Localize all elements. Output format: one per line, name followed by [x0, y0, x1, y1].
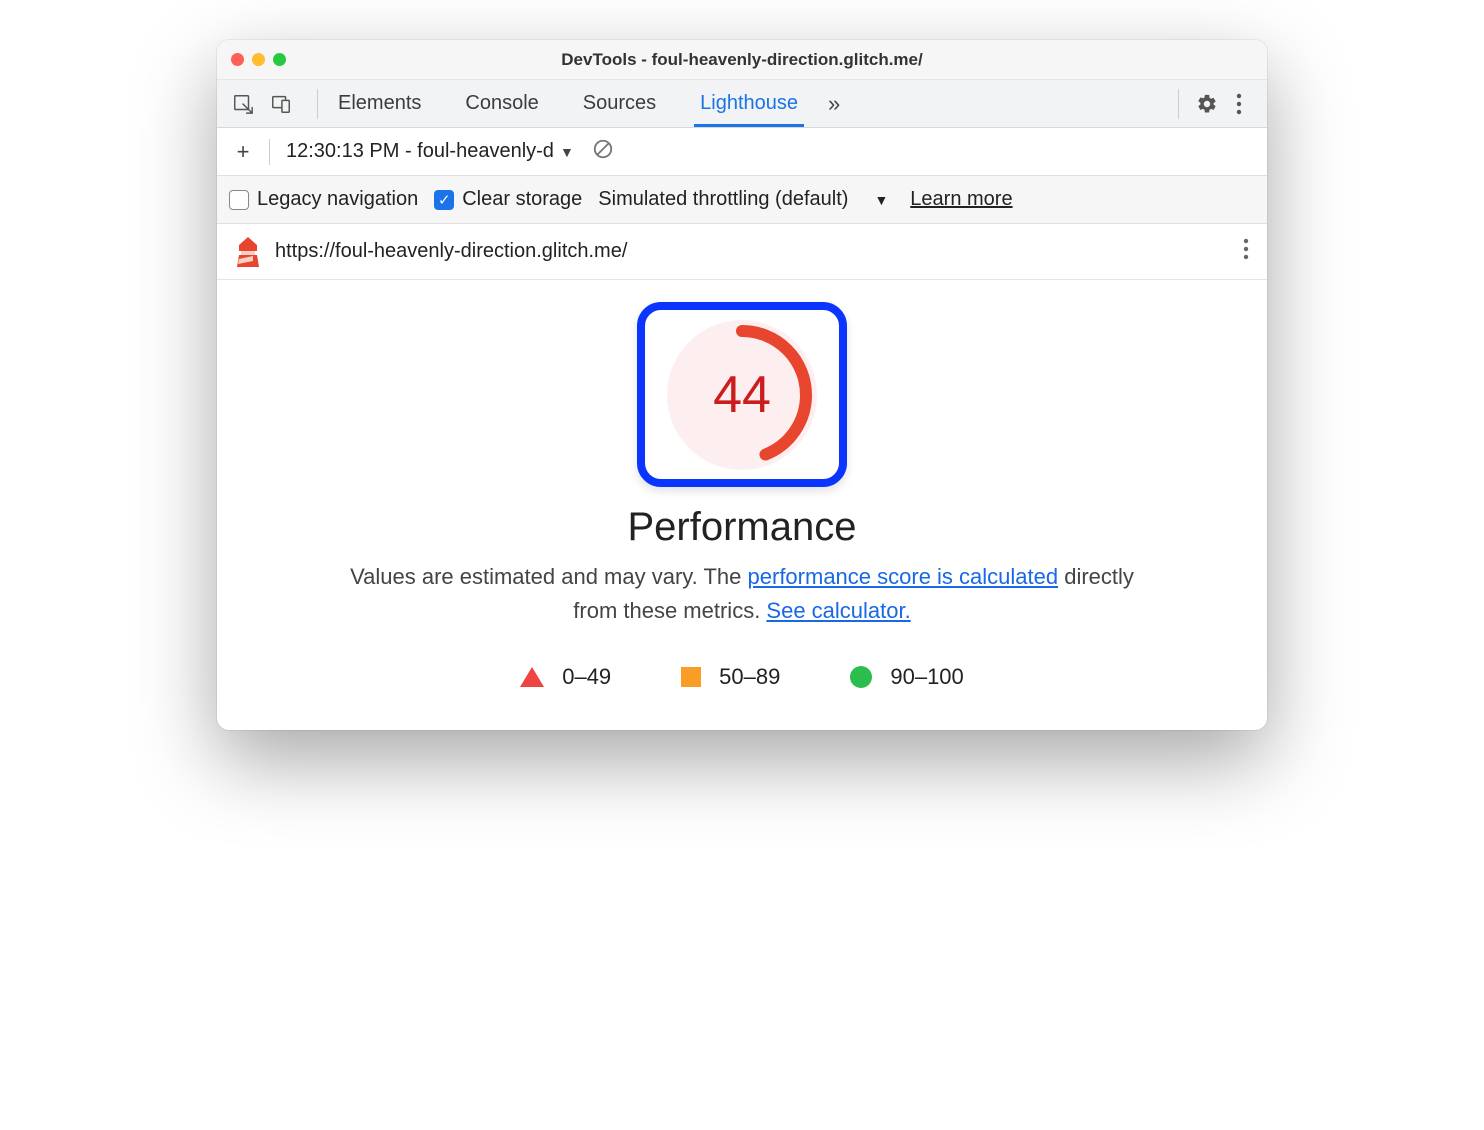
- report-menu-icon[interactable]: [1243, 238, 1249, 266]
- legend-fail: 0–49: [520, 664, 611, 690]
- report-selector-dropdown[interactable]: 12:30:13 PM - foul-heavenly-d ▼: [286, 138, 574, 165]
- performance-gauge-highlight: 44: [637, 302, 847, 487]
- score-calculation-link[interactable]: performance score is calculated: [748, 564, 1059, 589]
- legacy-navigation-checkbox[interactable]: Legacy navigation: [229, 188, 418, 211]
- tab-sources[interactable]: Sources: [581, 82, 658, 125]
- score-legend: 0–49 50–89 90–100: [277, 664, 1207, 690]
- legend-average-label: 50–89: [719, 664, 780, 690]
- lighthouse-icon: [235, 237, 261, 267]
- window-close-button[interactable]: [231, 53, 244, 66]
- window-title: DevTools - foul-heavenly-direction.glitc…: [231, 50, 1253, 70]
- report-selector-label: 12:30:13 PM - foul-heavenly-d: [286, 140, 554, 163]
- throttling-label: Simulated throttling (default): [598, 188, 848, 211]
- legend-average: 50–89: [681, 664, 780, 690]
- performance-gauge[interactable]: 44: [667, 320, 817, 470]
- lighthouse-subbar: + 12:30:13 PM - foul-heavenly-d ▼: [217, 128, 1267, 176]
- chevron-down-icon: ▼: [560, 144, 574, 160]
- checkbox-checked-icon: ✓: [434, 190, 454, 210]
- legend-pass-label: 90–100: [890, 664, 963, 690]
- triangle-red-icon: [520, 667, 544, 687]
- new-report-button[interactable]: +: [229, 139, 257, 165]
- learn-more-link[interactable]: Learn more: [910, 188, 1012, 211]
- titlebar: DevTools - foul-heavenly-direction.glitc…: [217, 40, 1267, 80]
- performance-score: 44: [667, 320, 817, 470]
- throttling-dropdown[interactable]: Simulated throttling (default) ▼: [598, 188, 888, 211]
- inspect-element-icon[interactable]: [229, 90, 257, 118]
- clear-storage-checkbox[interactable]: ✓ Clear storage: [434, 188, 582, 211]
- circle-green-icon: [850, 666, 872, 688]
- clear-storage-label: Clear storage: [462, 188, 582, 211]
- devtools-tabbar: Elements Console Sources Lighthouse »: [217, 80, 1267, 128]
- legend-pass: 90–100: [850, 664, 963, 690]
- tab-elements[interactable]: Elements: [336, 82, 423, 125]
- checkbox-unchecked-icon: [229, 190, 249, 210]
- see-calculator-link[interactable]: See calculator.: [766, 598, 910, 623]
- tabs-overflow-icon[interactable]: »: [828, 91, 840, 117]
- report-desc-text: Values are estimated and may vary. The: [350, 564, 747, 589]
- legend-fail-label: 0–49: [562, 664, 611, 690]
- report-url: https://foul-heavenly-direction.glitch.m…: [275, 240, 1243, 263]
- more-menu-icon[interactable]: [1223, 88, 1255, 120]
- window-minimize-button[interactable]: [252, 53, 265, 66]
- device-toggle-icon[interactable]: [267, 90, 295, 118]
- tab-console[interactable]: Console: [463, 82, 540, 125]
- window-maximize-button[interactable]: [273, 53, 286, 66]
- report-category-title: Performance: [277, 505, 1207, 550]
- devtools-window: DevTools - foul-heavenly-direction.glitc…: [217, 40, 1267, 730]
- clear-report-icon[interactable]: [592, 138, 614, 166]
- lighthouse-report: 44 Performance Values are estimated and …: [217, 280, 1267, 730]
- settings-gear-icon[interactable]: [1191, 88, 1223, 120]
- tab-lighthouse[interactable]: Lighthouse: [698, 82, 800, 125]
- chevron-down-icon: ▼: [874, 192, 888, 208]
- lighthouse-options-bar: Legacy navigation ✓ Clear storage Simula…: [217, 176, 1267, 224]
- report-url-bar: https://foul-heavenly-direction.glitch.m…: [217, 224, 1267, 280]
- report-description: Values are estimated and may vary. The p…: [332, 560, 1152, 628]
- legacy-navigation-label: Legacy navigation: [257, 188, 418, 211]
- square-orange-icon: [681, 667, 701, 687]
